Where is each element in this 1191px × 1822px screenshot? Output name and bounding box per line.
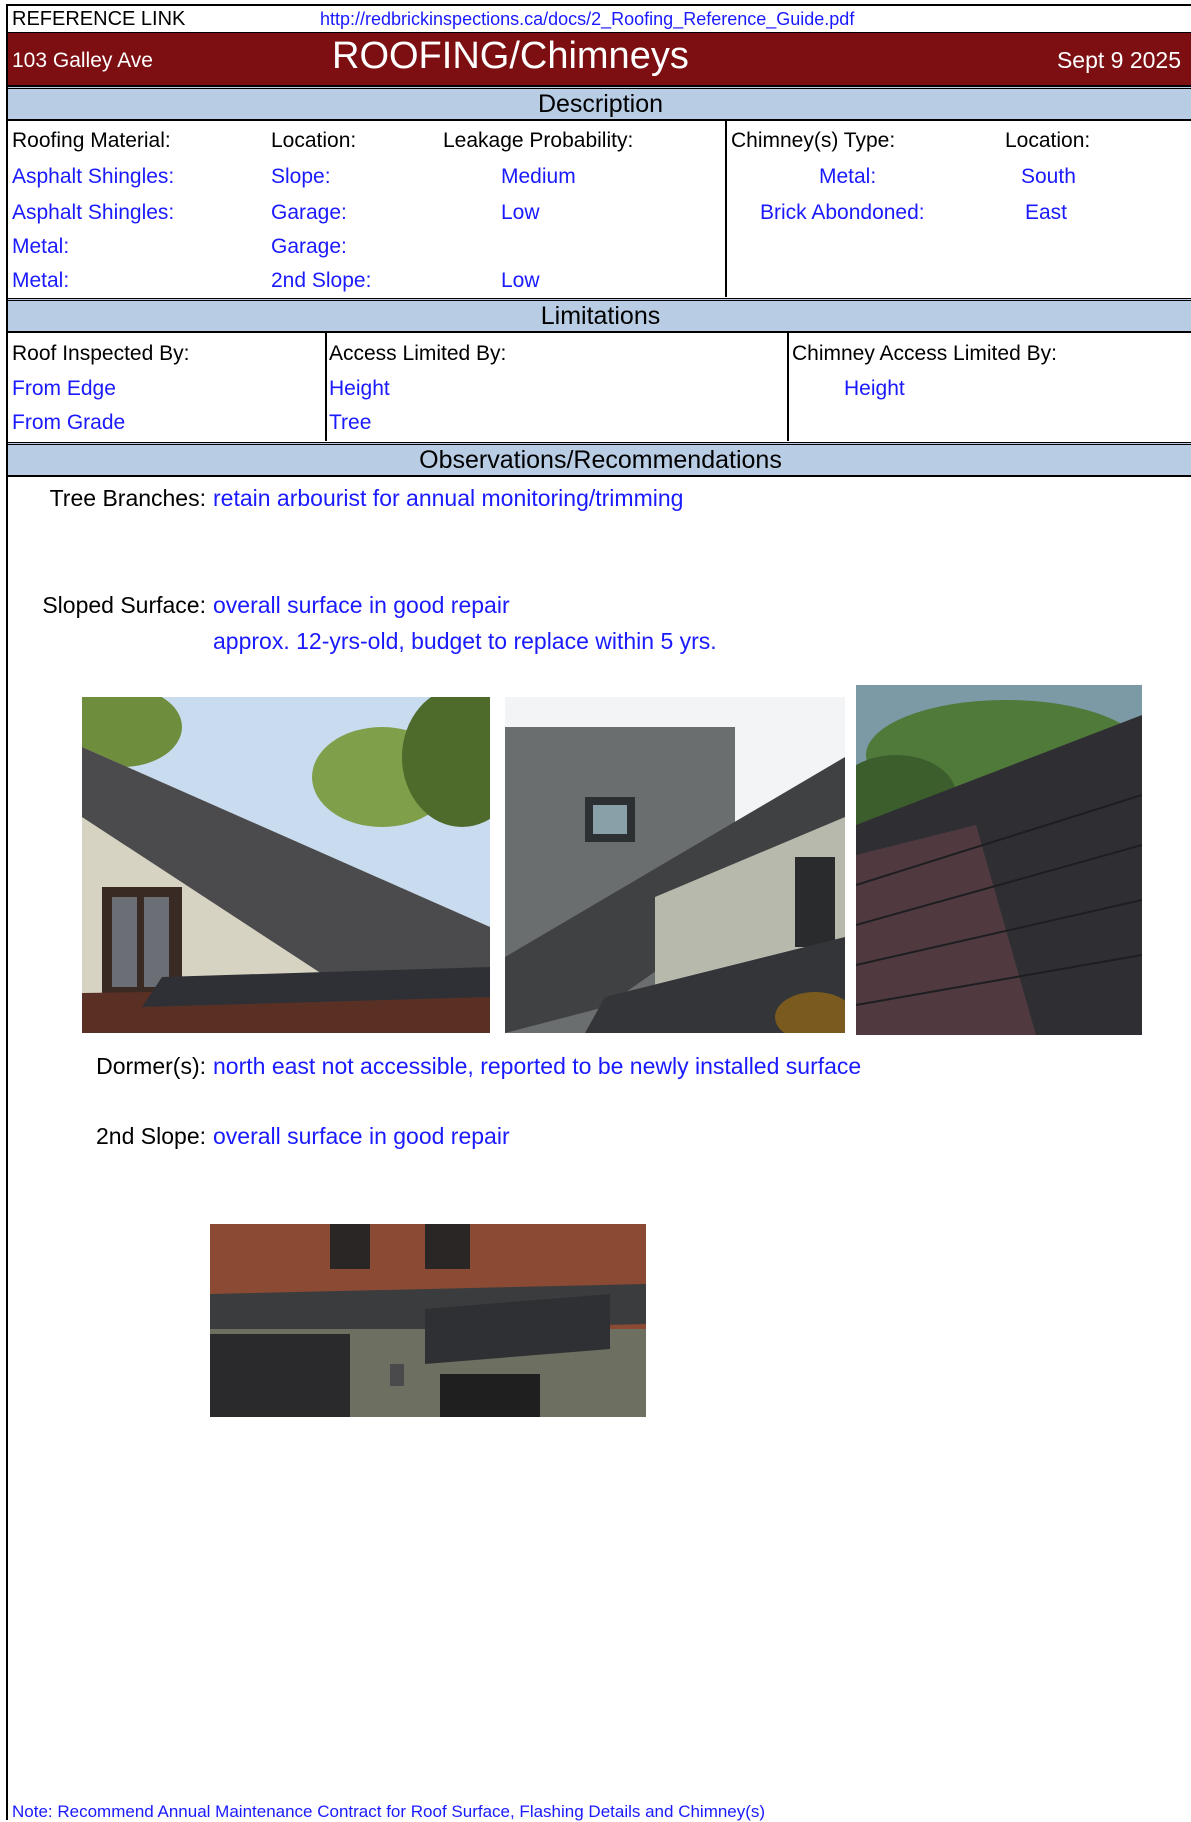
reference-url-link[interactable]: http://redbrickinspections.ca/docs/2_Roo… <box>320 9 854 30</box>
reference-label: REFERENCE LINK <box>12 8 186 30</box>
report-header: 103 Galley Ave ROOFING/Chimneys Sept 9 2… <box>8 33 1191 87</box>
roof-material-4: Metal: <box>12 269 70 292</box>
location-header: Location: <box>271 129 357 152</box>
chimney-access-limited-header: Chimney Access Limited By: <box>792 342 1057 365</box>
chimney-location-2: East <box>1025 201 1068 224</box>
roof-inspected-by-header: Roof Inspected By: <box>12 342 190 365</box>
roof-leakage-2: Low <box>501 201 540 224</box>
inspected-by-1: From Edge <box>12 377 116 400</box>
description-section-bar: Description <box>8 86 1191 121</box>
roof-leakage-1: Medium <box>501 165 576 188</box>
tree-branches-text: retain arbourist for annual monitoring/t… <box>213 485 684 511</box>
page-title: ROOFING/Chimneys <box>332 35 689 77</box>
leakage-probability-header: Leakage Probability: <box>443 129 634 152</box>
limitations-divider-2 <box>787 333 789 441</box>
roof-material-2: Asphalt Shingles: <box>12 201 175 224</box>
roof-material-1: Asphalt Shingles: <box>12 165 175 188</box>
roof-photo-gable <box>82 697 490 1033</box>
roof-location-3: Garage: <box>271 235 347 258</box>
roof-location-1: Slope: <box>271 165 331 188</box>
description-title: Description <box>537 90 664 118</box>
roof-material-3: Metal: <box>12 235 70 258</box>
reference-row: REFERENCE LINK http://redbrickinspection… <box>8 6 1191 33</box>
property-address: 103 Galley Ave <box>12 49 153 72</box>
observations-title: Observations/Recommendations <box>419 446 782 474</box>
access-limited-2: Tree <box>329 411 372 434</box>
roof-leakage-4: Low <box>501 269 540 292</box>
dormer-text: north east not accessible, reported to b… <box>213 1053 862 1079</box>
footer-note: Note: Recommend Annual Maintenance Contr… <box>12 1802 766 1821</box>
access-limited-1: Height <box>329 377 390 400</box>
sloped-surface-text-2: approx. 12-yrs-old, budget to replace wi… <box>213 628 717 654</box>
second-slope-text: overall surface in good repair <box>213 1123 510 1149</box>
inspection-date: Sept 9 2025 <box>1056 47 1181 73</box>
limitations-title: Limitations <box>540 302 661 330</box>
limitations-section-bar: Limitations <box>8 298 1191 333</box>
chimney-type-header: Chimney(s) Type: <box>731 129 896 152</box>
roof-photo-dormer <box>505 697 845 1033</box>
chimney-access-1: Height <box>844 377 905 400</box>
roof-photo-shingles <box>856 685 1142 1035</box>
observations-section-bar: Observations/Recommendations <box>8 442 1191 477</box>
roof-location-2: Garage: <box>271 201 347 224</box>
tree-branches-label: Tree Branches: <box>49 485 206 511</box>
dormer-label: Dormer(s): <box>96 1053 206 1079</box>
description-divider <box>725 121 727 297</box>
roof-photo-metal-porch <box>210 1224 646 1417</box>
chimney-location-1: South <box>1021 165 1076 188</box>
chimney-location-header: Location: <box>1005 129 1091 152</box>
roofing-report-page: REFERENCE LINK http://redbrickinspection… <box>6 4 1191 1821</box>
access-limited-by-header: Access Limited By: <box>329 342 507 365</box>
second-slope-label: 2nd Slope: <box>96 1123 206 1149</box>
sloped-surface-text-1: overall surface in good repair <box>213 592 510 618</box>
limitations-divider-1 <box>325 333 327 441</box>
chimney-type-2: Brick Abondoned: <box>760 201 925 224</box>
sloped-surface-label: Sloped Surface: <box>42 592 206 618</box>
roof-location-4: 2nd Slope: <box>271 269 372 292</box>
chimney-type-1: Metal: <box>819 165 877 188</box>
roofing-material-header: Roofing Material: <box>12 129 171 152</box>
inspected-by-2: From Grade <box>12 411 126 434</box>
